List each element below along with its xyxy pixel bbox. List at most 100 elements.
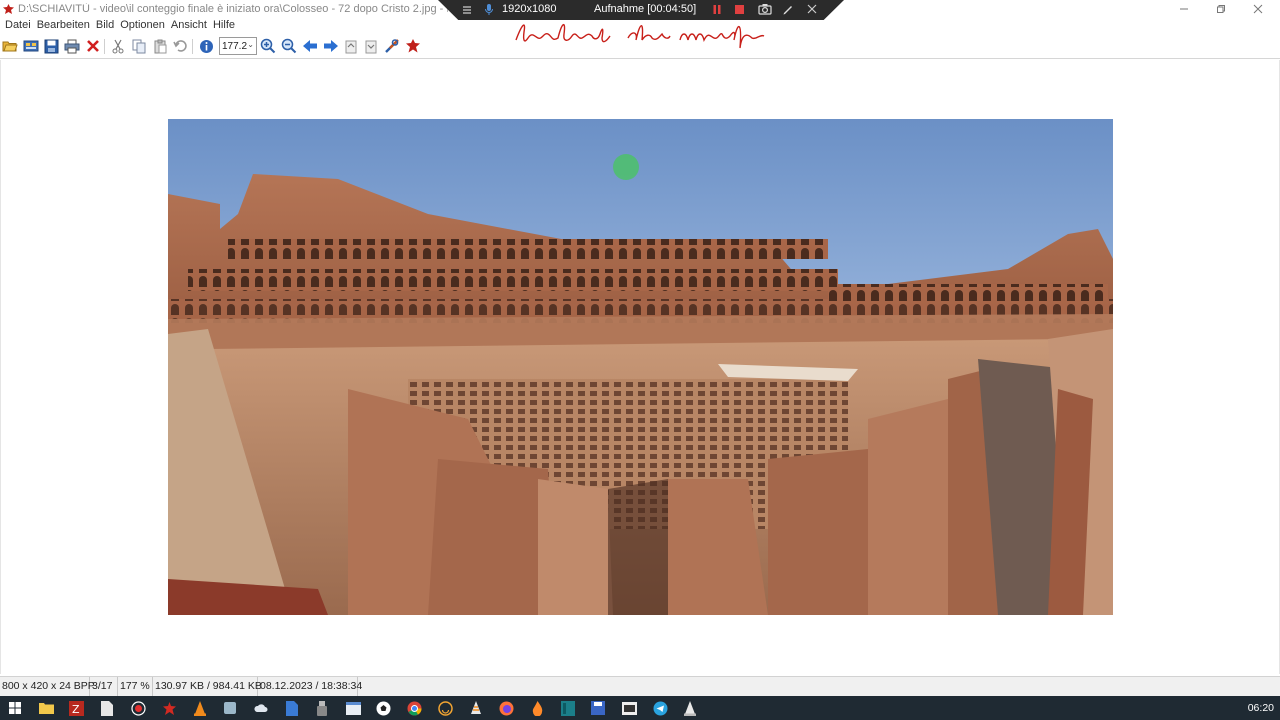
taskbar-app-7[interactable]	[221, 699, 239, 717]
zoom-value: 177.2	[222, 40, 248, 52]
taskbar-telegram[interactable]	[651, 699, 669, 717]
taskbar-app-17[interactable]	[528, 699, 546, 717]
start-button[interactable]	[6, 699, 24, 717]
smile-icon	[437, 700, 453, 716]
menu-icon[interactable]	[462, 5, 472, 15]
stop-icon[interactable]	[734, 4, 745, 15]
windows-icon	[9, 702, 21, 714]
zoom-select[interactable]: 177.2 ⌄	[219, 37, 257, 55]
taskbar-app-12[interactable]	[374, 699, 392, 717]
taskbar-vlc[interactable]	[191, 699, 209, 717]
paste-button[interactable]	[151, 37, 169, 55]
cut-button[interactable]	[109, 37, 127, 55]
thumbnails-icon	[23, 40, 39, 52]
save-button[interactable]	[42, 37, 60, 55]
restore-button[interactable]	[1203, 0, 1239, 18]
blue-document-icon	[286, 700, 298, 716]
taskbar-chrome[interactable]	[405, 699, 423, 717]
floppy-icon	[591, 701, 605, 715]
previous-button[interactable]	[301, 37, 319, 55]
taskbar-filezilla[interactable]: Z	[67, 699, 85, 717]
undo-icon	[173, 40, 187, 52]
telegram-icon	[653, 701, 667, 715]
print-button[interactable]	[63, 37, 81, 55]
image-canvas[interactable]	[0, 60, 1280, 674]
usb-icon	[317, 700, 327, 716]
taskbar-app-14[interactable]	[436, 699, 454, 717]
zoom-in-icon	[260, 38, 276, 54]
exit-button[interactable]	[404, 37, 422, 55]
chrome-icon	[407, 701, 421, 715]
taskbar-app-22[interactable]	[681, 699, 699, 717]
app-icon	[224, 702, 236, 714]
next-button[interactable]	[322, 37, 340, 55]
flame-icon	[532, 700, 542, 716]
taskbar-app-19[interactable]	[589, 699, 607, 717]
previous-icon	[303, 40, 317, 52]
window-title: D:\SCHIAVITÙ - video\il conteggio finale…	[18, 3, 448, 15]
colosseum-photo[interactable]	[168, 119, 1113, 615]
microphone-icon[interactable]	[484, 3, 494, 16]
minimize-button[interactable]	[1166, 0, 1202, 18]
zoom-in-button[interactable]	[259, 37, 277, 55]
settings-button[interactable]	[383, 37, 401, 55]
irfanview-icon	[162, 701, 176, 715]
taskbar-irfanview[interactable]	[160, 699, 178, 717]
pen-icon[interactable]	[782, 3, 794, 15]
thumbnails-button[interactable]	[22, 37, 40, 55]
restore-icon	[1217, 5, 1225, 13]
vlc-cone-icon	[194, 700, 206, 716]
chevron-down-icon: ⌄	[247, 40, 254, 49]
cloud-icon	[254, 704, 268, 712]
recorder-resolution[interactable]: 1920x1080	[502, 3, 556, 15]
status-zoom: 177 %	[118, 677, 153, 696]
taskbar-app-15[interactable]	[467, 699, 485, 717]
taskbar-app-8[interactable]	[252, 699, 270, 717]
recorder-status: Aufnahme [00:04:50]	[594, 3, 697, 15]
taskbar-recorder[interactable]	[129, 699, 147, 717]
delete-icon	[87, 40, 99, 52]
cone-icon	[684, 700, 696, 716]
delete-button[interactable]	[84, 37, 102, 55]
taskbar-app-11[interactable]	[344, 699, 362, 717]
status-datetime: 08.12.2023 / 18:38:34	[258, 677, 362, 696]
menu-datei[interactable]: Datei	[4, 18, 36, 34]
taskbar-app-10[interactable]	[313, 699, 331, 717]
copy-icon	[132, 39, 145, 53]
taskbar-clock[interactable]: 06:20	[1248, 702, 1274, 714]
taskbar-explorer[interactable]	[37, 699, 55, 717]
menu-bar: Datei Bearbeiten Bild Optionen Ansicht H…	[0, 18, 240, 34]
menu-ansicht[interactable]: Ansicht	[170, 18, 212, 34]
recorder-close-icon[interactable]	[807, 4, 817, 14]
record-icon	[130, 700, 146, 716]
copy-button[interactable]	[130, 37, 148, 55]
menu-hilfe[interactable]: Hilfe	[212, 18, 240, 34]
first-page-button[interactable]	[342, 37, 360, 55]
open-folder-icon	[2, 41, 18, 52]
filezilla-icon: Z	[68, 700, 84, 716]
menu-bearbeiten[interactable]: Bearbeiten	[36, 18, 95, 34]
taskbar-app-9[interactable]	[283, 699, 301, 717]
status-bar: 800 x 420 x 24 BPP 3/17 177 % 130.97 KB …	[0, 676, 1280, 696]
print-icon	[64, 39, 80, 53]
taskbar-notepad[interactable]	[98, 699, 116, 717]
taskbar-app-18[interactable]	[559, 699, 577, 717]
pause-icon[interactable]	[712, 4, 722, 15]
close-button[interactable]	[1240, 0, 1276, 18]
open-button[interactable]	[1, 37, 19, 55]
last-page-button[interactable]	[362, 37, 380, 55]
taskbar-firefox[interactable]	[497, 699, 515, 717]
next-icon	[324, 40, 338, 52]
save-icon	[44, 39, 58, 53]
zoom-out-button[interactable]	[280, 37, 298, 55]
handwritten-signature	[515, 24, 765, 49]
info-button[interactable]	[197, 37, 215, 55]
camera-icon[interactable]	[758, 3, 772, 15]
taskbar-app-20[interactable]	[620, 699, 638, 717]
undo-button[interactable]	[171, 37, 189, 55]
menu-bild[interactable]: Bild	[95, 18, 119, 34]
menu-optionen[interactable]: Optionen	[119, 18, 170, 34]
status-dimensions: 800 x 420 x 24 BPP	[0, 677, 95, 696]
paste-icon	[154, 39, 166, 53]
cut-icon	[112, 39, 124, 53]
